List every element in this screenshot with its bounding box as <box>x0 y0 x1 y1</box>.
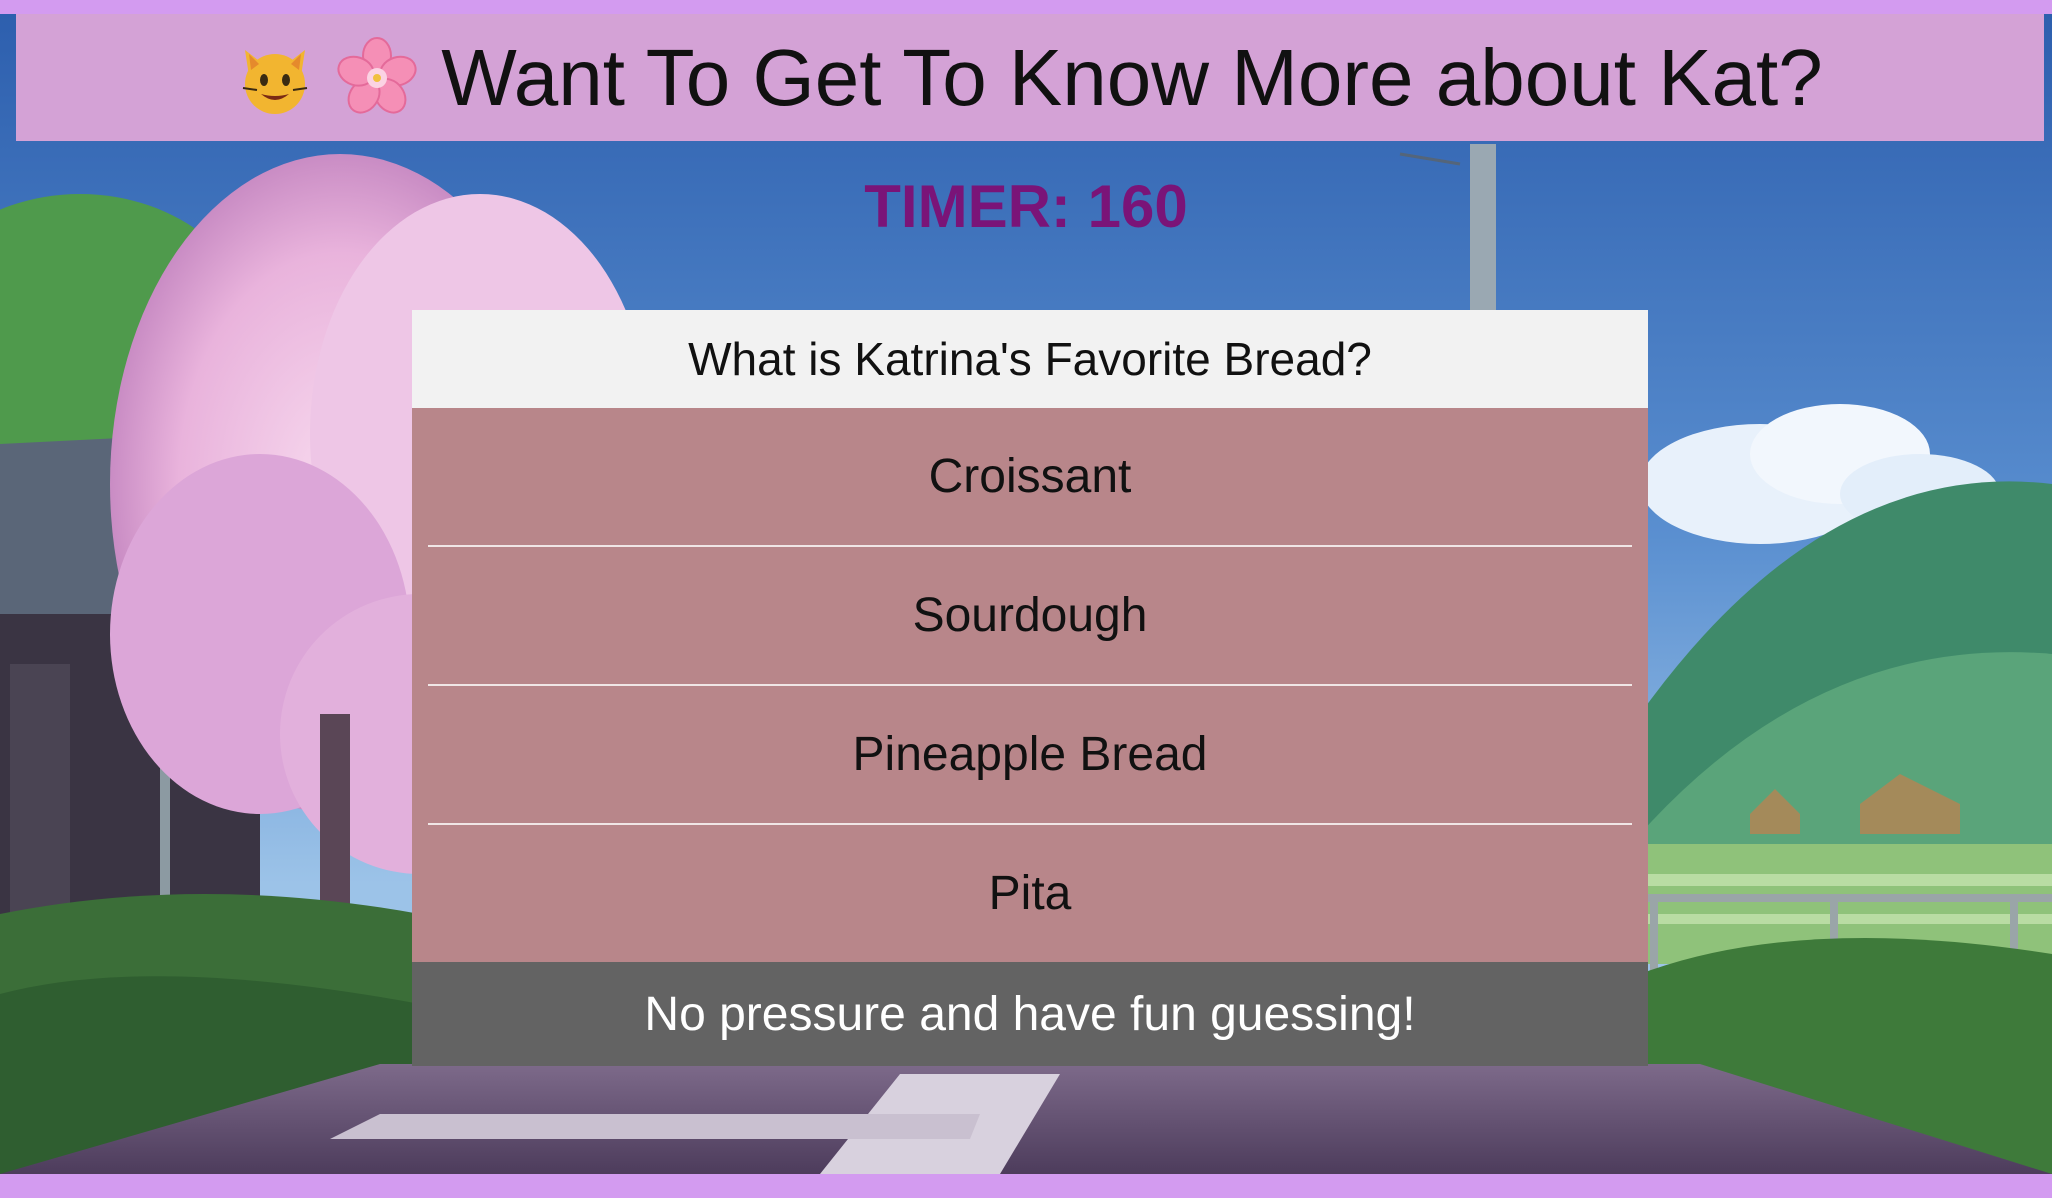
answer-option-croissant[interactable]: Croissant <box>428 408 1632 547</box>
encouragement-footer: No pressure and have fun guessing! <box>412 962 1648 1066</box>
question-text: What is Katrina's Favorite Bread? <box>412 310 1648 408</box>
answer-option-sourdough[interactable]: Sourdough <box>428 547 1632 686</box>
cherry-blossom-icon <box>335 36 419 120</box>
header-bar: Want To Get To Know More about Kat? <box>16 14 2044 141</box>
cat-face-icon <box>237 40 313 116</box>
page-title: Want To Get To Know More about Kat? <box>441 32 1823 122</box>
answer-option-pineapple-bread[interactable]: Pineapple Bread <box>428 686 1632 825</box>
timer-display: TIMER: 160 <box>864 173 1188 240</box>
page: Want To Get To Know More about Kat? TIME… <box>0 0 2052 1198</box>
answer-list: Croissant Sourdough Pineapple Bread Pita <box>412 408 1648 962</box>
quiz-card: What is Katrina's Favorite Bread? Croiss… <box>412 310 1648 1066</box>
answer-option-pita[interactable]: Pita <box>428 825 1632 962</box>
